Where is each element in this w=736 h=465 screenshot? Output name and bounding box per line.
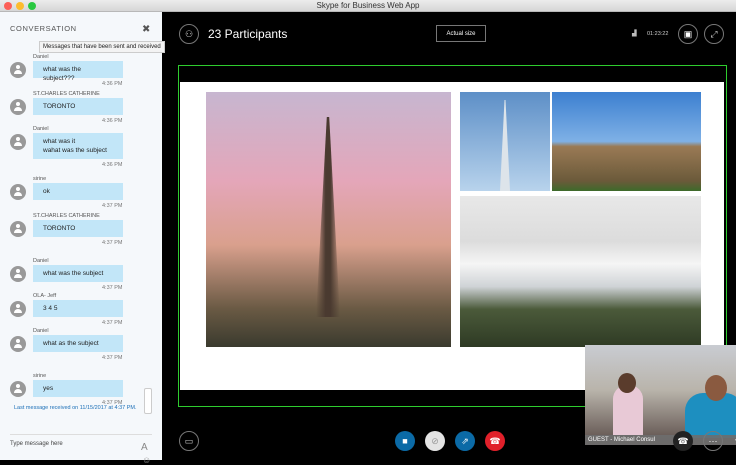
participants-icon[interactable]: ⚇ [179, 24, 199, 44]
video-caption-label: GUEST - Michael Consul [588, 437, 655, 443]
actual-size-button[interactable]: Actual size [436, 25, 486, 42]
message-item: OLA- Jeff 3 4 5 4:37 PM [0, 293, 162, 331]
message-item: Daniel what was it wahat was the subject … [0, 126, 162, 168]
message-text: ok [43, 188, 50, 195]
mute-button[interactable]: ⊘ [425, 431, 445, 451]
emoticon-icon[interactable]: ☺ [142, 455, 151, 465]
conversation-title: CONVERSATION [10, 24, 77, 33]
call-duration: 01:23:22 [647, 31, 669, 37]
message-input[interactable]: Type message here [10, 441, 135, 447]
maximize-window-button[interactable] [28, 2, 36, 10]
last-message-status: Last message received on 11/15/2017 at 4… [14, 405, 137, 411]
message-text: what as the subject [43, 340, 99, 347]
message-time: 4:36 PM [102, 162, 123, 168]
divider [10, 434, 152, 435]
avatar-icon [10, 134, 26, 150]
close-window-button[interactable] [4, 2, 12, 10]
hangup-icon: ☎ [489, 435, 501, 446]
conversation-panel: CONVERSATION ✖ Messages that have been s… [0, 12, 165, 465]
share-screen-button[interactable]: ⇗ [455, 431, 475, 451]
message-sender: Daniel [33, 258, 49, 264]
message-item: sirine ok 4:37 PM [0, 176, 162, 214]
message-item: Daniel what as the subject 4:37 PM [0, 328, 162, 366]
minimize-window-button[interactable] [16, 2, 24, 10]
avatar-icon [10, 336, 26, 352]
video-button[interactable]: ■ [395, 431, 415, 451]
font-icon[interactable]: A [141, 442, 148, 453]
message-bubble: TORONTO [33, 220, 123, 237]
hang-up-button[interactable]: ☎ [485, 431, 505, 451]
layout-icon[interactable]: ▣ [678, 24, 698, 44]
avatar-icon [10, 266, 26, 282]
message-text: wahat was the subject [43, 147, 107, 154]
message-sender: Daniel [33, 54, 49, 60]
message-sender: sirine [33, 373, 47, 379]
avatar-icon [10, 381, 26, 397]
message-text: TORONTO [43, 103, 76, 110]
message-sender: sirine [33, 176, 47, 182]
message-bubble: yes [33, 380, 123, 397]
message-sender: OLA- Jeff [33, 293, 57, 299]
participant-video[interactable]: GUEST - Michael Consul✥ [585, 345, 736, 445]
dial-pad-button[interactable]: ☎ [673, 431, 693, 451]
fullscreen-icon[interactable]: ⤢ [704, 24, 724, 44]
message-text: what was it [43, 138, 76, 145]
message-bubble: ok [33, 183, 123, 200]
message-sender: ST.CHARLES CATHERINE [33, 91, 100, 97]
title-bar: Skype for Business Web App [0, 0, 736, 12]
message-time: 4:37 PM [102, 285, 123, 291]
sagrada-familia-image [552, 92, 701, 191]
message-item: Daniel what was the subject??? 4:36 PM [0, 54, 162, 92]
avatar-icon [10, 62, 26, 78]
message-bubble: what was the subject??? [33, 61, 123, 82]
shared-slide [180, 82, 724, 390]
message-text: TORONTO [43, 225, 76, 232]
message-time: 4:37 PM [102, 203, 123, 209]
message-sender: Daniel [33, 328, 49, 334]
message-item: ST.CHARLES CATHERINE TORONTO 4:36 PM [0, 91, 162, 129]
burj-khalifa-image [460, 92, 550, 191]
chat-icon[interactable]: ▭ [179, 431, 199, 451]
close-icon[interactable]: ✖ [142, 24, 150, 35]
message-bubble: 3 4 5 [33, 300, 123, 317]
tooltip: Messages that have been sent and receive… [39, 41, 165, 53]
message-bubble: TORONTO [33, 98, 123, 115]
avatar-icon [10, 184, 26, 200]
avatar-icon [10, 221, 26, 237]
message-sender: ST.CHARLES CATHERINE [33, 213, 100, 219]
message-time: 4:37 PM [102, 355, 123, 361]
phone-icon: ☎ [677, 435, 689, 446]
message-bubble: what as the subject [33, 335, 123, 352]
signal-icon: ▟ [632, 31, 637, 37]
message-text: yes [43, 385, 54, 392]
message-sender: Daniel [33, 126, 49, 132]
camera-icon: ■ [402, 436, 408, 446]
message-item: ST.CHARLES CATHERINE TORONTO 4:37 PM [0, 213, 162, 251]
content-share: GUEST - Michael Consul✥ [178, 65, 736, 445]
message-item: Daniel what was the subject 4:37 PM [0, 258, 162, 296]
mic-muted-icon: ⊘ [431, 435, 439, 446]
avatar-icon [10, 99, 26, 115]
message-time: 4:36 PM [102, 81, 123, 87]
window-title: Skype for Business Web App [316, 1, 420, 10]
white-house-image [460, 196, 701, 347]
avatar-icon [10, 301, 26, 317]
more-options-icon[interactable]: ··· [703, 431, 723, 451]
message-time: 4:37 PM [102, 240, 123, 246]
share-icon: ⇗ [461, 435, 469, 446]
message-time: 4:36 PM [102, 118, 123, 124]
participants-count[interactable]: 23 Participants [208, 27, 287, 41]
eiffel-tower-image [206, 92, 451, 347]
meeting-stage: ⚇ 23 Participants Actual size ▟ 01:23:22… [162, 12, 736, 460]
message-text: what was the subject [43, 270, 104, 277]
scrollbar[interactable] [144, 388, 152, 414]
message-time: 4:37 PM [102, 320, 123, 326]
message-bubble: what was the subject [33, 265, 123, 282]
message-bubble: what was it wahat was the subject [33, 133, 123, 159]
message-text: 3 4 5 [43, 305, 58, 312]
